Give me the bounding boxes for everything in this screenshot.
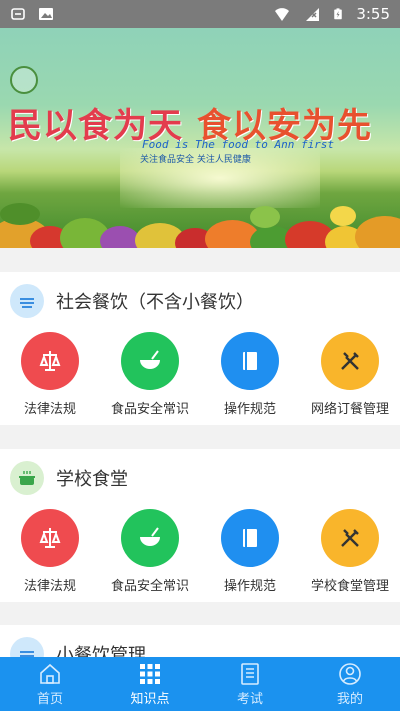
status-time: 3:55 <box>356 5 390 23</box>
bowl-icon <box>121 332 179 390</box>
nav-exam[interactable]: 考试 <box>200 657 300 711</box>
app-screen: 3:55 民以食为天 食以安为先 Food is The food to Ann … <box>0 0 400 711</box>
book-icon <box>221 509 279 567</box>
item-canteen-management[interactable]: 学校食堂管理 <box>300 509 400 594</box>
nav-label: 首页 <box>36 691 63 707</box>
section-title: 学校食堂 <box>56 469 128 490</box>
scales-icon <box>21 332 79 390</box>
wifi-icon <box>275 8 290 21</box>
nav-profile[interactable]: 我的 <box>300 657 400 711</box>
bowl-icon <box>121 509 179 567</box>
item-label: 法律法规 <box>23 579 76 594</box>
item-laws[interactable]: 法律法规 <box>0 509 100 594</box>
section-title: 社会餐饮（不含小餐饮） <box>56 292 254 313</box>
nav-label: 我的 <box>336 691 363 707</box>
item-label: 食品安全常识 <box>110 579 189 594</box>
food-tray-icon <box>10 284 44 318</box>
item-laws[interactable]: 法律法规 <box>0 332 100 417</box>
nav-knowledge[interactable]: 知识点 <box>100 657 200 711</box>
item-food-safety[interactable]: 食品安全常识 <box>100 509 200 594</box>
tools-icon <box>321 509 379 567</box>
section-school-canteen: 学校食堂 法律法规 食品安全常识 操作规范 学校食堂管理 <box>0 449 400 602</box>
item-label: 网络订餐管理 <box>310 402 389 417</box>
banner-english-text: Food is The food to Ann first <box>142 138 335 151</box>
item-operation[interactable]: 操作规范 <box>200 509 300 594</box>
item-label: 法律法规 <box>23 402 76 417</box>
item-label: 学校食堂管理 <box>310 579 389 594</box>
notification-icon <box>11 8 25 20</box>
book-icon <box>221 332 279 390</box>
item-food-safety[interactable]: 食品安全常识 <box>100 332 200 417</box>
food-safety-logo <box>10 66 38 94</box>
banner-subtitle: 关注食品安全 关注人民健康 <box>140 155 251 165</box>
item-label: 操作规范 <box>223 579 276 594</box>
scales-icon <box>21 509 79 567</box>
item-online-ordering[interactable]: 网络订餐管理 <box>300 332 400 417</box>
section-social-catering: 社会餐饮（不含小餐饮） 法律法规 食品安全常识 操作规范 网络订餐管理 <box>0 272 400 425</box>
item-label: 操作规范 <box>223 402 276 417</box>
battery-icon <box>334 8 343 20</box>
bottom-nav: 首页 知识点 考试 我的 <box>0 657 400 711</box>
image-icon <box>39 8 53 20</box>
tools-icon <box>321 332 379 390</box>
nav-label: 知识点 <box>130 691 170 707</box>
banner-image[interactable]: 民以食为天 食以安为先 Food is The food to Ann first… <box>0 28 400 248</box>
item-label: 食品安全常识 <box>110 402 189 417</box>
user-icon <box>339 662 361 685</box>
home-icon <box>40 663 60 684</box>
grid-icon <box>140 663 160 684</box>
section-header: 社会餐饮（不含小餐饮） <box>0 272 400 330</box>
section-header: 学校食堂 <box>0 449 400 507</box>
pot-icon <box>10 461 44 495</box>
signal-icon <box>306 8 320 21</box>
nav-home[interactable]: 首页 <box>0 657 100 711</box>
nav-label: 考试 <box>236 691 263 707</box>
item-operation[interactable]: 操作规范 <box>200 332 300 417</box>
status-bar: 3:55 <box>0 0 400 28</box>
document-icon <box>241 662 259 685</box>
